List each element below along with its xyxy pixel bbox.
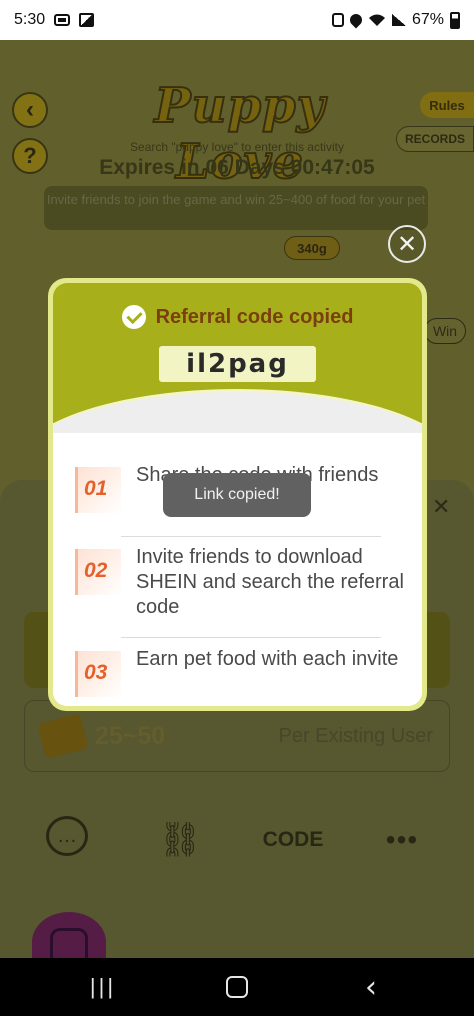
step-number: 03 bbox=[84, 661, 108, 684]
step-number: 02 bbox=[84, 559, 108, 582]
modal-title-row: Referral code copied bbox=[53, 305, 422, 329]
navigation-bar: ||| ‹ bbox=[0, 958, 474, 1016]
step-number-badge: 02 bbox=[75, 549, 121, 595]
referral-code[interactable]: il2pag bbox=[159, 346, 316, 382]
recent-apps-button[interactable]: ||| bbox=[88, 974, 118, 1000]
modal-header: Referral code copied il2pag bbox=[53, 283, 422, 469]
photo-icon bbox=[79, 13, 95, 27]
wifi-icon bbox=[368, 14, 385, 26]
check-circle-icon bbox=[121, 305, 146, 329]
back-nav-button[interactable]: ‹ bbox=[356, 970, 386, 1005]
close-modal-button[interactable]: ✕ bbox=[388, 225, 426, 263]
battery-percent: 67% bbox=[411, 11, 444, 28]
lock-icon bbox=[331, 13, 344, 27]
step-number-badge: 03 bbox=[75, 651, 121, 697]
modal-title: Referral code copied bbox=[155, 305, 354, 328]
step-number: 01 bbox=[84, 477, 108, 500]
home-button[interactable] bbox=[222, 974, 252, 1000]
status-bar: 5:30 67% bbox=[0, 0, 474, 40]
step-number-badge: 01 bbox=[75, 467, 121, 513]
status-time: 5:30 bbox=[14, 11, 46, 28]
link-copied-toast: Link copied! bbox=[163, 473, 311, 517]
cast-icon bbox=[54, 14, 71, 26]
step-divider bbox=[121, 536, 381, 537]
step-text: Earn pet food with each invite bbox=[136, 648, 399, 670]
location-icon bbox=[347, 11, 365, 29]
battery-icon bbox=[450, 11, 460, 29]
signal-icon bbox=[391, 14, 406, 26]
step-divider bbox=[121, 637, 381, 638]
step-text: Invite friends to download SHEIN and sea… bbox=[136, 546, 404, 618]
